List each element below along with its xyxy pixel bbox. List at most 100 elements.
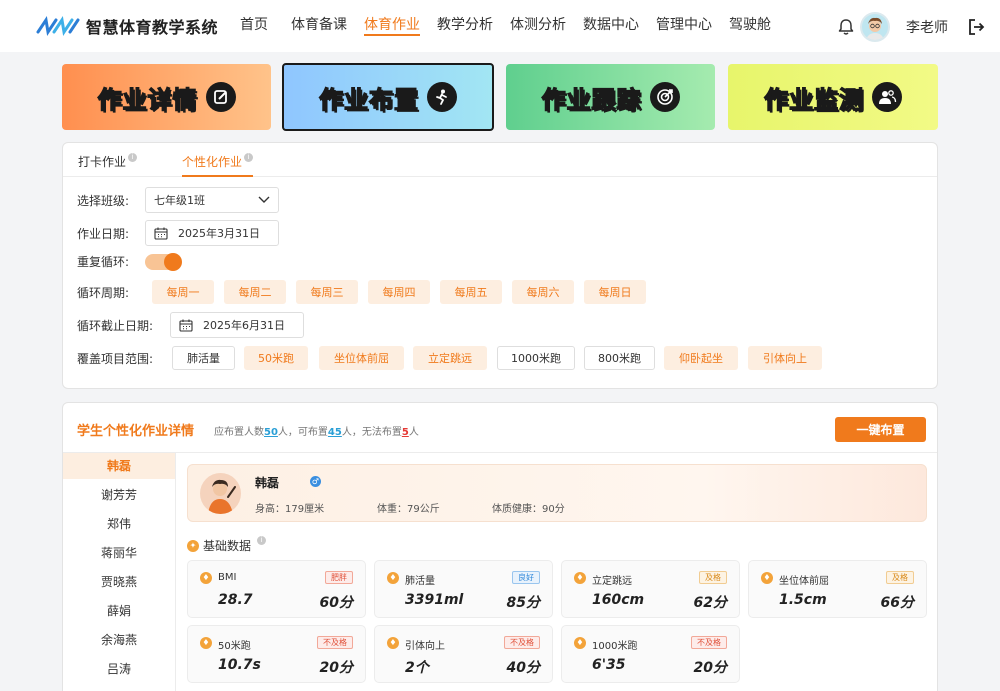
cycle-day-thu[interactable]: 每周四	[368, 280, 430, 304]
homework-date-picker[interactable]: 2025年3月31日	[145, 220, 279, 246]
metric-icon: ♦	[574, 572, 586, 584]
user-name[interactable]: 李老师	[906, 17, 948, 37]
metric-score: 20分	[319, 660, 353, 676]
cycle-day-mon[interactable]: 每周一	[152, 280, 214, 304]
banner-label: 作业布置	[318, 85, 419, 114]
metric-card-sit-and-reach: ♦ 坐位体前屈 及格 1.5cm 66分	[748, 560, 927, 618]
student-profile: 韩磊 ♂ 身高：179厘米 体重：79公斤 体质健康：90分	[187, 464, 927, 522]
info-icon[interactable]: i	[244, 153, 254, 162]
tab-personalized-homework[interactable]: 个性化作业 i	[182, 153, 254, 177]
student-height: 身高：179厘米	[255, 504, 325, 515]
cycle-label: 循环周期:	[77, 285, 130, 300]
scope-800m-run[interactable]: 800米跑	[584, 346, 655, 370]
runner-icon: ✦	[187, 539, 199, 552]
metric-card-vital-capacity: ♦ 肺活量 良好 3391ml 85分	[374, 560, 553, 618]
banner-homework-assign[interactable]: 作业布置	[282, 63, 494, 131]
metric-name: 引体向上	[405, 641, 445, 652]
scope-standing-long-jump[interactable]: 立定跳远	[413, 346, 487, 370]
cycle-day-tue[interactable]: 每周二	[224, 280, 286, 304]
nav-homework[interactable]: 体育作业	[364, 16, 420, 38]
class-select[interactable]: 七年级1班	[145, 187, 279, 213]
student-item[interactable]: 郑伟	[63, 511, 175, 537]
student-item[interactable]: 余海燕	[63, 627, 175, 653]
scope-1000m-run[interactable]: 1000米跑	[497, 346, 575, 370]
banner-label: 作业详情	[97, 85, 198, 114]
cycle-day-wed[interactable]: 每周三	[296, 280, 358, 304]
metric-badge: 良好	[512, 571, 540, 584]
nav-lesson-prep[interactable]: 体育备课	[291, 16, 347, 38]
student-item[interactable]: 薛娟	[63, 598, 175, 624]
users-icon	[872, 82, 902, 112]
stats-unassignable: 5	[401, 427, 409, 438]
banner-label: 作业监测	[763, 85, 864, 114]
tab-label: 打卡作业	[78, 155, 127, 169]
student-health-score: 体质健康：90分	[492, 504, 565, 515]
class-label: 选择班级:	[77, 193, 130, 208]
scope-pull-ups[interactable]: 引体向上	[748, 346, 822, 370]
metric-name: 坐位体前屈	[779, 576, 829, 587]
cycle-day-sun[interactable]: 每周日	[584, 280, 646, 304]
scope-sit-ups[interactable]: 仰卧起坐	[664, 346, 738, 370]
end-date-picker[interactable]: 2025年6月31日	[170, 312, 304, 338]
metric-name: 立定跳远	[592, 576, 632, 587]
date-label: 作业日期:	[77, 226, 130, 241]
student-item[interactable]: 韩磊	[63, 453, 175, 479]
metric-badge: 及格	[699, 571, 727, 584]
nav-admin-center[interactable]: 管理中心	[656, 16, 712, 38]
metric-name: 50米跑	[218, 641, 251, 652]
metric-card-standing-long-jump: ♦ 立定跳远 及格 160cm 62分	[561, 560, 740, 618]
metric-value: 1.5cm	[779, 592, 827, 608]
metric-score: 20分	[693, 660, 727, 676]
function-banners: 作业详情 作业布置 作业跟踪 作业监测	[62, 63, 938, 131]
nav-teaching-analysis[interactable]: 教学分析	[437, 16, 493, 38]
homework-date-value: 2025年3月31日	[178, 227, 260, 240]
banner-homework-details[interactable]: 作业详情	[62, 64, 271, 130]
user-avatar[interactable]	[860, 12, 890, 42]
metric-icon: ♦	[387, 637, 399, 649]
metric-score: 66分	[880, 595, 914, 611]
metric-value: 10.7s	[218, 657, 261, 673]
metric-score: 62分	[693, 595, 727, 611]
metric-icon: ♦	[574, 637, 586, 649]
banner-homework-monitoring[interactable]: 作业监测	[728, 64, 938, 130]
metric-score: 40分	[506, 660, 540, 676]
cycle-day-fri[interactable]: 每周五	[440, 280, 502, 304]
target-icon	[649, 82, 680, 112]
logout-icon[interactable]	[966, 17, 986, 37]
student-item[interactable]: 吕涛	[63, 656, 175, 682]
student-list: 韩磊 谢芳芳 郑伟 蒋丽华 贾晓燕 薛娟 余海燕 吕涛	[63, 453, 176, 691]
metric-value: 2个	[405, 660, 429, 676]
bell-icon[interactable]	[836, 17, 856, 37]
app-logo[interactable]: 智慧体育教学系统	[36, 14, 218, 38]
student-item[interactable]: 谢芳芳	[63, 482, 175, 508]
metric-card-50m-run: ♦ 50米跑 不及格 10.7s 20分	[187, 625, 366, 683]
nav-cockpit[interactable]: 驾驶舱	[729, 16, 771, 38]
info-icon[interactable]: i	[128, 153, 138, 162]
scope-vital-capacity[interactable]: 肺活量	[172, 346, 235, 370]
scope-sit-and-reach[interactable]: 坐位体前屈	[319, 346, 404, 370]
student-item[interactable]: 贾晓燕	[63, 569, 175, 595]
banner-homework-tracking[interactable]: 作业跟踪	[506, 64, 715, 130]
cycle-row: 循环周期: 每周一 每周二 每周三 每周四 每周五 每周六 每周日	[77, 280, 656, 304]
teacher-avatar-icon	[866, 17, 884, 40]
repeat-toggle[interactable]	[145, 252, 182, 271]
calendar-icon	[154, 227, 168, 240]
tab-checkin-homework[interactable]: 打卡作业 i	[78, 153, 138, 170]
nav-home[interactable]: 首页	[240, 16, 268, 38]
nav-fitness-analysis[interactable]: 体测分析	[510, 16, 566, 38]
nav-data-center[interactable]: 数据中心	[583, 16, 639, 38]
metric-badge: 不及格	[504, 636, 540, 649]
section-title-text: 基础数据	[203, 539, 252, 553]
scope-label: 覆盖项目范围:	[77, 351, 154, 366]
cycle-day-sat[interactable]: 每周六	[512, 280, 574, 304]
student-name: 韩磊	[255, 476, 280, 490]
repeat-row: 重复循环:	[77, 252, 182, 271]
one-click-assign-button[interactable]: 一键布置	[835, 417, 926, 442]
stats-text: 人，无法布置	[341, 427, 402, 438]
student-item[interactable]: 蒋丽华	[63, 540, 175, 566]
info-icon[interactable]: i	[257, 536, 267, 545]
metric-icon: ♦	[200, 572, 212, 584]
top-header: 智慧体育教学系统 首页 体育备课 体育作业 教学分析 体测分析 数据中心 管理中…	[0, 0, 1000, 52]
basic-data-title: ✦ 基础数据 i	[187, 536, 267, 554]
scope-50m-run[interactable]: 50米跑	[244, 346, 308, 370]
